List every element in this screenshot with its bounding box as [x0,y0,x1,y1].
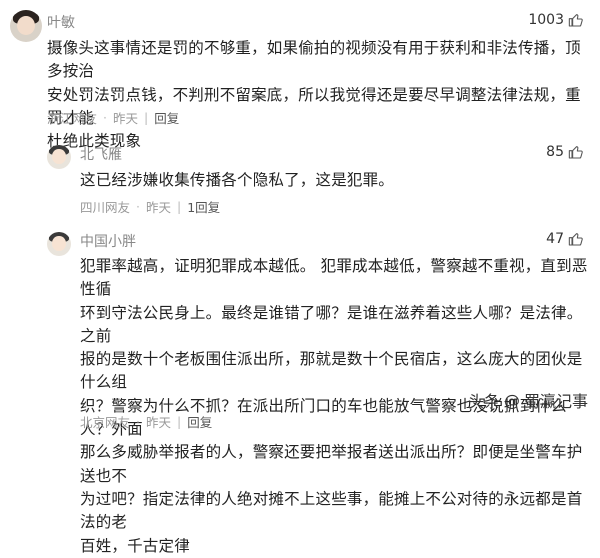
comment-line: 犯罪率越高，证明犯罪成本越低。 犯罪成本越低，警察越不重视，直到恶性循 [80,257,588,299]
watermark-brand: 头条 [467,392,500,411]
separator-dot: | [177,414,182,429]
separator-dot: · [136,414,140,429]
comment-2: 北飞雁 85 这已经涉嫌收集传播各个隐私了，这是犯罪。 四川网友 · 昨天 | … [0,138,600,223]
like-count: 47 [546,231,564,247]
separator-dot: | [144,110,149,125]
avatar[interactable] [10,10,42,42]
reply-button[interactable]: 1回复 [187,197,220,216]
timestamp: 昨天 [113,111,139,126]
at-icon: @ [503,390,520,410]
comment-line: 那么多威胁举报者的人，警察还要把举报者送出派出所？即便是坐警车护送也不 [80,443,583,485]
comment-line: 这已经涉嫌收集传播各个隐私了，这是犯罪。 [80,171,395,189]
comment-line: 环到守法公民身上。最终是谁错了哪？是谁在滋养着这些人哪？是法律。 之前 [80,303,583,345]
comment-line: 摄像头这事情还是罚的不够重，如果偷拍的视频没有用于获利和非法传播，顶多按治 [47,39,581,81]
like-button[interactable]: 85 [546,144,584,160]
comment-text: 这已经涉嫌收集传播各个隐私了，这是犯罪。 [80,169,590,192]
like-button[interactable]: 47 [546,231,584,247]
comment-text: 摄像头这事情还是罚的不够重，如果偷拍的视频没有用于获利和非法传播，顶多按治 安处… [47,37,592,153]
comment-meta: 四川网友 · 昨天 | 1回复 [80,197,220,216]
separator-dot: · [136,199,140,214]
watermark-author: 蜀瀛记事 [523,392,588,411]
like-count: 85 [546,144,564,160]
thumbs-up-icon [568,146,583,159]
comment-meta: 浙江网友 · 昨天 | 回复 [47,108,179,127]
location: 四川网友 [80,200,131,215]
thumbs-up-icon [568,14,583,27]
avatar[interactable] [47,145,71,169]
thumbs-up-icon [568,233,583,246]
comment-line: 百姓，千古定律 [80,536,190,555]
reply-button[interactable]: 回复 [154,108,179,127]
timestamp: 昨天 [146,200,172,215]
reply-button[interactable]: 回复 [187,412,212,431]
separator-dot: | [177,199,182,214]
username[interactable]: 叶敏 [47,12,75,32]
watermark: 头条 @ 蜀瀛记事 [468,388,588,412]
location: 北京网友 [80,415,131,430]
separator-dot: · [103,110,107,125]
like-button[interactable]: 1003 [528,12,584,28]
comment-1: 叶敏 1003 摄像头这事情还是罚的不够重，如果偷拍的视频没有用于获利和非法传播… [0,0,600,150]
timestamp: 昨天 [146,415,172,430]
comment-meta: 北京网友 · 昨天 | 回复 [80,412,212,431]
avatar[interactable] [47,232,71,256]
location: 浙江网友 [47,111,98,126]
username[interactable]: 中国小胖 [80,231,136,251]
like-count: 1003 [528,12,564,28]
comment-line: 为过吧？指定法律的人绝对摊不上这些事，能摊上不公对待的永远都是首法的老 [80,489,583,532]
username[interactable]: 北飞雁 [80,144,122,164]
